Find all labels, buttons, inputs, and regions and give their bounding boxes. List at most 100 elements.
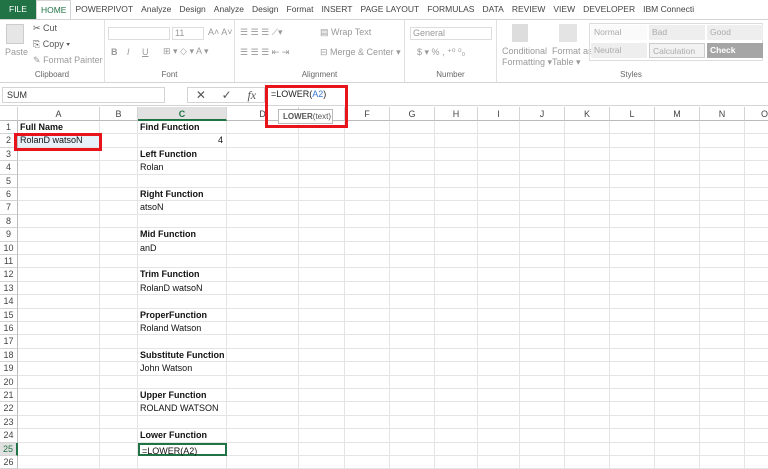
row-header-10[interactable]: 10 <box>0 242 18 255</box>
cell-K24[interactable] <box>565 429 610 442</box>
cell-B8[interactable] <box>100 215 138 228</box>
tab-home[interactable]: HOME <box>36 0 72 19</box>
enter-icon[interactable]: ✓ <box>222 88 232 102</box>
tab-review[interactable]: REVIEW <box>508 0 550 19</box>
cell-A6[interactable] <box>18 188 100 201</box>
cell-I9[interactable] <box>478 228 520 241</box>
cell-A25[interactable] <box>18 443 100 456</box>
cell-G20[interactable] <box>390 376 435 389</box>
cell-M26[interactable] <box>655 456 700 469</box>
cell-M11[interactable] <box>655 255 700 268</box>
cell-J26[interactable] <box>520 456 565 469</box>
font-grow-icon[interactable]: A˄ A˅ <box>208 27 233 37</box>
cell-G24[interactable] <box>390 429 435 442</box>
cell-N14[interactable] <box>700 295 745 308</box>
cell-K6[interactable] <box>565 188 610 201</box>
cell-O6[interactable] <box>745 188 768 201</box>
cell-J9[interactable] <box>520 228 565 241</box>
cell-M1[interactable] <box>655 121 700 134</box>
currency-button[interactable]: $ <box>417 47 422 57</box>
cell-N19[interactable] <box>700 362 745 375</box>
row-header-18[interactable]: 18 <box>0 349 18 362</box>
tab-ibm-connecti[interactable]: IBM Connecti <box>639 0 698 19</box>
cell-K9[interactable] <box>565 228 610 241</box>
cell-A15[interactable] <box>18 309 100 322</box>
column-header-L[interactable]: L <box>610 107 655 121</box>
cell-G1[interactable] <box>390 121 435 134</box>
cell-I13[interactable] <box>478 282 520 295</box>
cell-D23[interactable] <box>227 416 299 429</box>
cell-D17[interactable] <box>227 335 299 348</box>
cell-H11[interactable] <box>435 255 478 268</box>
cell-O12[interactable] <box>745 268 768 281</box>
cell-E18[interactable] <box>299 349 345 362</box>
cell-D15[interactable] <box>227 309 299 322</box>
cell-J8[interactable] <box>520 215 565 228</box>
cell-F13[interactable] <box>345 282 390 295</box>
cell-F19[interactable] <box>345 362 390 375</box>
cell-C16[interactable]: Roland Watson <box>138 322 227 335</box>
cell-G5[interactable] <box>390 175 435 188</box>
column-header-J[interactable]: J <box>520 107 565 121</box>
select-all-corner[interactable] <box>0 107 18 121</box>
cell-J22[interactable] <box>520 402 565 415</box>
cell-D4[interactable] <box>227 161 299 174</box>
cut-button[interactable]: ✂ Cut <box>33 23 57 34</box>
cell-D24[interactable] <box>227 429 299 442</box>
align-left-icon[interactable]: ☰ ☰ ☰ ⇤ ⇥ <box>240 47 289 58</box>
row-header-21[interactable]: 21 <box>0 389 18 402</box>
cell-O9[interactable] <box>745 228 768 241</box>
cell-N3[interactable] <box>700 148 745 161</box>
cell-J13[interactable] <box>520 282 565 295</box>
cell-L7[interactable] <box>610 201 655 214</box>
tab-design[interactable]: Design <box>248 0 282 19</box>
cell-B11[interactable] <box>100 255 138 268</box>
cell-H19[interactable] <box>435 362 478 375</box>
cell-I12[interactable] <box>478 268 520 281</box>
cell-K4[interactable] <box>565 161 610 174</box>
cell-C6[interactable]: Right Function <box>138 188 227 201</box>
cell-J3[interactable] <box>520 148 565 161</box>
cell-C15[interactable]: ProperFunction <box>138 309 227 322</box>
cell-M14[interactable] <box>655 295 700 308</box>
cell-O23[interactable] <box>745 416 768 429</box>
copy-button[interactable]: ⎘ Copy ▾ <box>33 39 70 50</box>
cell-A4[interactable] <box>18 161 100 174</box>
cell-F15[interactable] <box>345 309 390 322</box>
cell-C14[interactable] <box>138 295 227 308</box>
cell-H17[interactable] <box>435 335 478 348</box>
cell-B26[interactable] <box>100 456 138 469</box>
row-header-17[interactable]: 17 <box>0 335 18 348</box>
cell-H2[interactable] <box>435 134 478 147</box>
cell-O20[interactable] <box>745 376 768 389</box>
cell-K18[interactable] <box>565 349 610 362</box>
cell-K7[interactable] <box>565 201 610 214</box>
cell-M2[interactable] <box>655 134 700 147</box>
cell-H14[interactable] <box>435 295 478 308</box>
column-header-H[interactable]: H <box>435 107 478 121</box>
cell-E9[interactable] <box>299 228 345 241</box>
cell-F17[interactable] <box>345 335 390 348</box>
cell-G10[interactable] <box>390 242 435 255</box>
cell-F22[interactable] <box>345 402 390 415</box>
row-header-6[interactable]: 6 <box>0 188 18 201</box>
cell-B25[interactable] <box>100 443 138 456</box>
cell-G3[interactable] <box>390 148 435 161</box>
cell-C2[interactable]: 4 <box>138 134 227 147</box>
cell-I24[interactable] <box>478 429 520 442</box>
format-as-table-button[interactable]: Format asTable ▾ <box>552 46 593 68</box>
cell-M5[interactable] <box>655 175 700 188</box>
cell-F8[interactable] <box>345 215 390 228</box>
cell-M25[interactable] <box>655 443 700 456</box>
cell-C9[interactable]: Mid Function <box>138 228 227 241</box>
cell-F26[interactable] <box>345 456 390 469</box>
row-header-14[interactable]: 14 <box>0 295 18 308</box>
cell-E6[interactable] <box>299 188 345 201</box>
cell-M13[interactable] <box>655 282 700 295</box>
cell-D6[interactable] <box>227 188 299 201</box>
cell-N8[interactable] <box>700 215 745 228</box>
cell-D11[interactable] <box>227 255 299 268</box>
cell-M20[interactable] <box>655 376 700 389</box>
cell-J4[interactable] <box>520 161 565 174</box>
cell-J20[interactable] <box>520 376 565 389</box>
